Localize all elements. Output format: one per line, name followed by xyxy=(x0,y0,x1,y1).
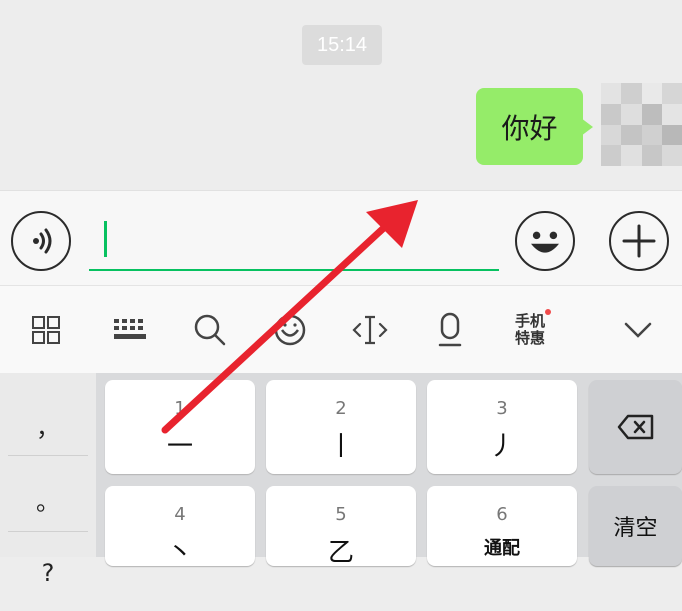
key-1[interactable]: 1 一 xyxy=(105,380,255,474)
text-caret xyxy=(104,221,107,257)
key-stroke: 丨 xyxy=(327,432,354,462)
chat-area: 15:14 你好 xyxy=(0,0,682,190)
keyboard-toolbar: 手机 特惠 xyxy=(0,285,682,374)
symbol-comma[interactable]: ， xyxy=(0,387,96,463)
symbol-question[interactable]: ? xyxy=(0,535,96,611)
phone-deals-line1: 手机 xyxy=(514,312,545,330)
message-text-input[interactable] xyxy=(89,211,499,271)
toolbar-cursor-button[interactable] xyxy=(338,298,402,362)
voice-input-icon xyxy=(33,228,52,254)
grid-menu-icon xyxy=(32,316,60,344)
key-6[interactable]: 6 通配 xyxy=(427,486,577,566)
toolbar-keyboard-button[interactable] xyxy=(98,298,162,362)
key-number: 1 xyxy=(174,398,186,419)
key-number: 2 xyxy=(335,398,347,419)
clear-key[interactable]: 清空 xyxy=(589,486,682,566)
backspace-icon xyxy=(617,414,653,440)
key-stroke: 一 xyxy=(166,432,193,462)
more-options-button[interactable] xyxy=(609,211,669,271)
notification-dot xyxy=(545,309,551,315)
key-stroke: 通配 xyxy=(484,538,520,559)
microphone-icon xyxy=(438,312,462,347)
plus-icon xyxy=(622,224,656,258)
key-3[interactable]: 3 丿 xyxy=(427,380,577,474)
avatar[interactable] xyxy=(601,83,682,166)
toolbar-menu-button[interactable] xyxy=(14,298,78,362)
key-number: 6 xyxy=(496,504,508,525)
voice-input-button[interactable] xyxy=(11,211,71,271)
keyboard-icon xyxy=(114,319,146,339)
toolbar-emoji-button[interactable] xyxy=(258,298,322,362)
key-2[interactable]: 2 丨 xyxy=(266,380,416,474)
collapse-chevron-icon xyxy=(624,322,652,338)
key-number: 5 xyxy=(335,504,347,525)
message-input-bar xyxy=(0,190,682,286)
side-divider xyxy=(8,455,88,456)
key-stroke: 丿 xyxy=(488,432,515,462)
side-divider xyxy=(8,531,88,532)
emoji-icon xyxy=(531,231,559,253)
toolbar-voice-button[interactable] xyxy=(418,298,482,362)
key-stroke: 丶 xyxy=(166,538,193,568)
phone-deals-label: 手机 特惠 xyxy=(514,309,551,347)
key-number: 4 xyxy=(174,504,186,525)
phone-deals-line2: 特惠 xyxy=(514,329,545,347)
key-stroke: 乙 xyxy=(327,538,354,568)
key-4[interactable]: 4 丶 xyxy=(105,486,255,568)
toolbar-collapse-button[interactable] xyxy=(606,298,670,362)
emoji-face-icon xyxy=(274,314,306,346)
toolbar-search-button[interactable] xyxy=(178,298,242,362)
message-timestamp: 15:14 xyxy=(302,25,382,65)
key-5[interactable]: 5 乙 xyxy=(266,486,416,568)
symbol-side-panel[interactable]: ， 。 ? xyxy=(0,373,96,587)
stroke-keyboard: ， 。 ? 1 一 2 丨 3 丿 4 丶 5 乙 6 通配 清空 xyxy=(0,373,682,587)
emoji-button[interactable] xyxy=(515,211,575,271)
delete-key[interactable] xyxy=(589,380,682,474)
search-icon xyxy=(194,314,226,346)
key-number: 3 xyxy=(496,398,508,419)
symbol-period[interactable]: 。 xyxy=(0,461,96,537)
cursor-move-icon xyxy=(352,315,388,345)
toolbar-phone-deals-button[interactable]: 手机 特惠 xyxy=(498,298,562,362)
sent-message-bubble[interactable]: 你好 xyxy=(476,88,593,165)
